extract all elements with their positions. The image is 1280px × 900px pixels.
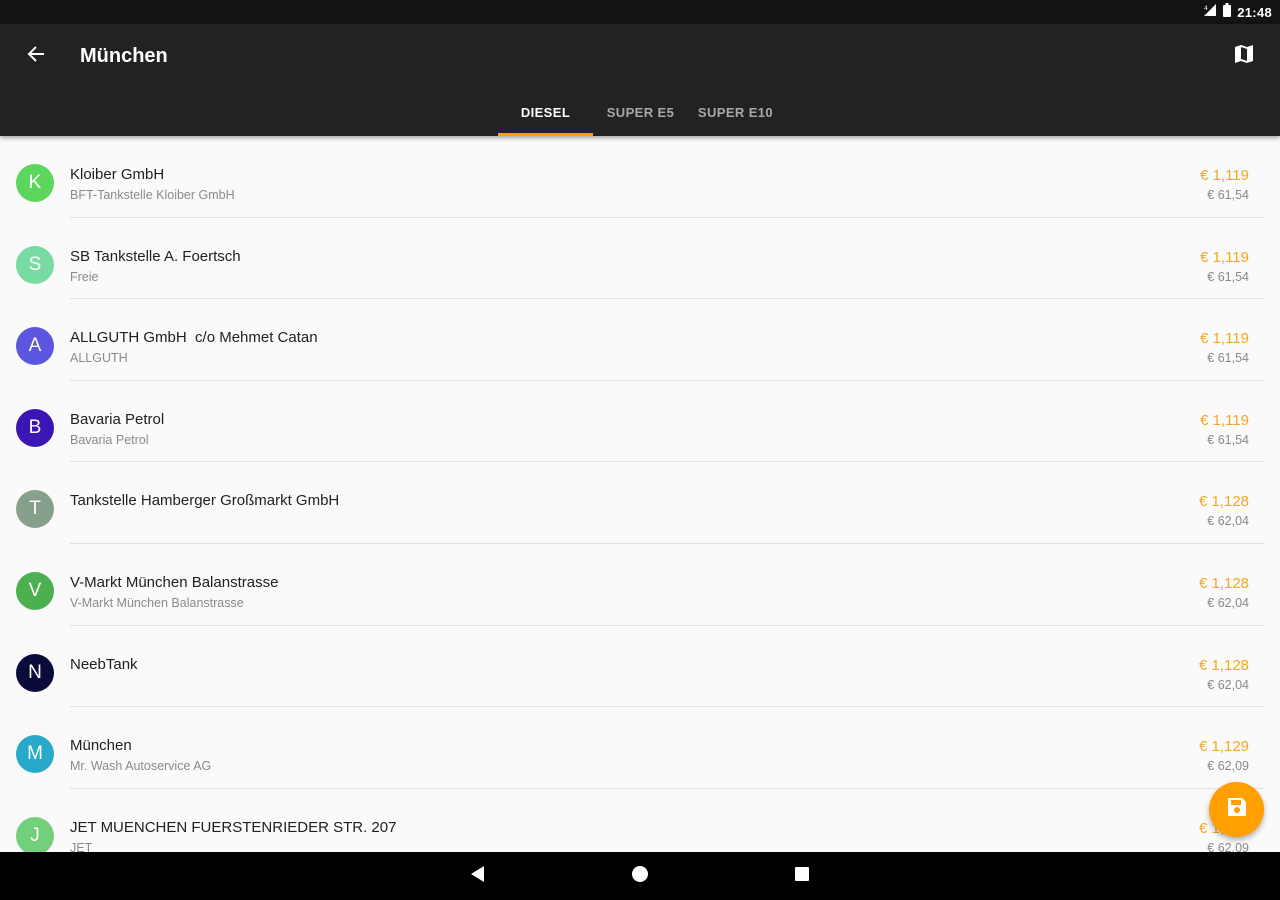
price-full-tank: € 62,04 bbox=[1207, 677, 1249, 692]
list-item[interactable]: S SB Tankstelle A. Foertsch Freie € 1,11… bbox=[0, 218, 1280, 300]
price-per-liter: € 1,128 bbox=[1198, 574, 1249, 592]
price-per-liter: € 1,119 bbox=[1200, 330, 1249, 348]
station-name: München bbox=[70, 737, 132, 755]
station-name: JET MUENCHEN FUERSTENRIEDER STR. 207 bbox=[70, 818, 397, 836]
back-button[interactable] bbox=[16, 36, 56, 76]
battery-icon bbox=[1223, 2, 1232, 22]
station-brand: Mr. Wash Autoservice AG bbox=[70, 759, 212, 774]
nav-home-icon bbox=[631, 865, 649, 888]
price-full-tank: € 62,04 bbox=[1207, 595, 1249, 610]
avatar: S bbox=[16, 245, 54, 284]
station-brand: BFT-Tankstelle Kloiber GmbH bbox=[70, 188, 235, 202]
price-per-liter: € 1,128 bbox=[1198, 656, 1249, 674]
save-button[interactable] bbox=[1209, 782, 1264, 837]
map-button[interactable] bbox=[1224, 36, 1264, 76]
price-full-tank: € 61,54 bbox=[1207, 188, 1249, 202]
station-name: Bavaria Petrol bbox=[70, 410, 165, 428]
list-item[interactable]: J JET MUENCHEN FUERSTENRIEDER STR. 207 J… bbox=[0, 789, 1280, 852]
price-per-liter: € 1,119 bbox=[1200, 167, 1249, 184]
avatar: B bbox=[16, 408, 54, 447]
station-list[interactable]: K Kloiber GmbH BFT-Tankstelle Kloiber Gm… bbox=[0, 136, 1280, 852]
price-full-tank: € 62,04 bbox=[1207, 514, 1249, 529]
station-brand: Bavaria Petrol bbox=[70, 432, 149, 447]
nav-back-icon bbox=[469, 865, 487, 888]
map-icon bbox=[1234, 44, 1254, 69]
list-item[interactable]: V V-Markt München Balanstrasse V-Markt M… bbox=[0, 544, 1280, 626]
fuel-tabs: DIESEL SUPER E5 SUPER E10 bbox=[498, 88, 783, 136]
nav-home-button[interactable] bbox=[628, 864, 652, 888]
price-full-tank: € 61,54 bbox=[1207, 351, 1249, 366]
tab-super-e10[interactable]: SUPER E10 bbox=[688, 88, 783, 136]
station-name: Tankstelle Hamberger Großmarkt GmbH bbox=[70, 492, 340, 510]
list-item[interactable]: K Kloiber GmbH BFT-Tankstelle Kloiber Gm… bbox=[0, 136, 1280, 218]
station-brand: JET bbox=[70, 840, 93, 852]
station-brand: V-Markt München Balanstrasse bbox=[70, 595, 244, 610]
list-item[interactable]: T Tankstelle Hamberger Großmarkt GmbH € … bbox=[0, 462, 1280, 544]
list-item[interactable]: M München Mr. Wash Autoservice AG € 1,12… bbox=[0, 707, 1280, 789]
price-per-liter: € 1,119 bbox=[1200, 248, 1249, 266]
price-per-liter: € 1,128 bbox=[1198, 493, 1249, 511]
list-item[interactable]: B Bavaria Petrol Bavaria Petrol € 1,119 … bbox=[0, 381, 1280, 463]
avatar: T bbox=[16, 490, 54, 529]
avatar: V bbox=[16, 571, 54, 610]
list-item[interactable]: N NeebTank € 1,128 € 62,04 bbox=[0, 626, 1280, 708]
system-nav-bar bbox=[0, 852, 1280, 900]
nav-recents-icon bbox=[794, 866, 810, 887]
app-bar: München DIESEL SUPER E5 SUPER E10 bbox=[0, 24, 1280, 136]
page-title: München bbox=[80, 45, 168, 67]
station-brand: Freie bbox=[70, 269, 99, 284]
price-full-tank: € 61,54 bbox=[1207, 432, 1249, 447]
station-brand: ALLGUTH bbox=[70, 351, 128, 366]
avatar: M bbox=[16, 735, 54, 774]
price-full-tank: € 62,09 bbox=[1207, 840, 1249, 852]
station-name: V-Markt München Balanstrasse bbox=[70, 573, 279, 591]
save-icon bbox=[1226, 796, 1248, 823]
tab-super-e5[interactable]: SUPER E5 bbox=[593, 88, 688, 136]
price-per-liter: € 1,119 bbox=[1200, 411, 1249, 429]
avatar: J bbox=[16, 816, 54, 852]
station-name: ALLGUTH GmbH c/o Mehmet Catan bbox=[70, 329, 318, 347]
status-icons: 4 21:48 bbox=[1203, 0, 1272, 24]
station-name: SB Tankstelle A. Foertsch bbox=[70, 247, 241, 265]
status-bar: 4 21:48 bbox=[0, 0, 1280, 24]
avatar: A bbox=[16, 327, 54, 366]
price-full-tank: € 61,54 bbox=[1207, 269, 1249, 284]
price-per-liter: € 1,129 bbox=[1198, 738, 1249, 756]
list-item[interactable]: A ALLGUTH GmbH c/o Mehmet Catan ALLGUTH … bbox=[0, 299, 1280, 381]
signal-icon: 4 bbox=[1203, 3, 1217, 22]
status-time: 21:48 bbox=[1237, 4, 1272, 20]
avatar: N bbox=[16, 653, 54, 692]
nav-back-button[interactable] bbox=[466, 864, 490, 888]
price-full-tank: € 62,09 bbox=[1207, 759, 1249, 774]
station-name: Kloiber GmbH bbox=[70, 166, 165, 183]
tab-diesel[interactable]: DIESEL bbox=[498, 88, 593, 136]
nav-recents-button[interactable] bbox=[790, 864, 814, 888]
svg-text:4: 4 bbox=[1204, 5, 1208, 12]
arrow-back-icon bbox=[26, 44, 46, 69]
station-name: NeebTank bbox=[70, 655, 138, 673]
avatar: K bbox=[16, 164, 54, 202]
